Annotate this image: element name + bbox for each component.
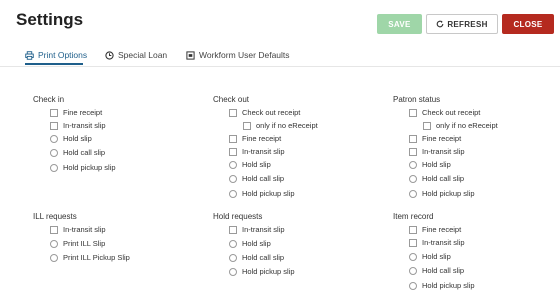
- radio-button[interactable]: [229, 174, 237, 183]
- checkbox[interactable]: [243, 121, 251, 130]
- checkbox[interactable]: [409, 238, 417, 247]
- option-fine-receipt[interactable]: Fine receipt: [50, 108, 102, 117]
- radio-button[interactable]: [409, 281, 417, 290]
- tab-workform-user-defaults[interactable]: Workform User Defaults: [186, 50, 290, 60]
- option-hold-pickup-slip[interactable]: Hold pickup slip: [409, 189, 475, 198]
- section-title-hold-requests: Hold requests: [213, 212, 263, 221]
- checkbox[interactable]: [50, 121, 58, 130]
- option-only-if-no-ereceipt[interactable]: only if no eReceipt: [423, 121, 498, 130]
- form-icon: [186, 50, 195, 60]
- checkbox[interactable]: [409, 225, 417, 234]
- checkbox[interactable]: [50, 225, 58, 234]
- option-hold-call-slip[interactable]: Hold call slip: [229, 174, 284, 183]
- radio-button[interactable]: [229, 160, 237, 169]
- option-hold-slip[interactable]: Hold slip: [409, 252, 451, 261]
- option-hold-slip[interactable]: Hold slip: [50, 134, 92, 143]
- checkbox[interactable]: [229, 134, 237, 143]
- option-hold-call-slip[interactable]: Hold call slip: [409, 266, 464, 275]
- checkbox[interactable]: [50, 108, 58, 117]
- checkbox[interactable]: [423, 121, 431, 130]
- option-fine-receipt[interactable]: Fine receipt: [409, 134, 461, 143]
- checkbox[interactable]: [409, 134, 417, 143]
- radio-button[interactable]: [409, 252, 417, 261]
- option-hold-slip[interactable]: Hold slip: [229, 239, 271, 248]
- section-title-item-record: Item record: [393, 212, 434, 221]
- section-title-ill-requests: ILL requests: [33, 212, 77, 221]
- tab-label: Special Loan: [118, 50, 168, 60]
- tab-label: Print Options: [38, 50, 88, 60]
- close-button[interactable]: CLOSE: [502, 14, 554, 34]
- tab-label: Workform User Defaults: [199, 50, 290, 60]
- option-in-transit-slip[interactable]: In-transit slip: [50, 225, 106, 234]
- refresh-button[interactable]: REFRESH: [426, 14, 498, 34]
- checkbox[interactable]: [229, 108, 237, 117]
- option-hold-pickup-slip[interactable]: Hold pickup slip: [409, 281, 475, 290]
- option-hold-pickup-slip[interactable]: Hold pickup slip: [229, 189, 295, 198]
- save-button[interactable]: SAVE: [377, 14, 422, 34]
- page-title: Settings: [16, 10, 84, 29]
- refresh-icon: [437, 20, 444, 28]
- checkbox[interactable]: [409, 147, 417, 156]
- option-hold-slip[interactable]: Hold slip: [229, 160, 271, 169]
- option-only-if-no-ereceipt[interactable]: only if no eReceipt: [243, 121, 318, 130]
- checkbox[interactable]: [409, 108, 417, 117]
- option-in-transit-slip[interactable]: In-transit slip: [229, 225, 285, 234]
- tab-special-loan[interactable]: Special Loan: [105, 50, 167, 60]
- checkbox[interactable]: [229, 147, 237, 156]
- section-title-check-in: Check in: [33, 95, 65, 104]
- option-hold-call-slip[interactable]: Hold call slip: [409, 174, 464, 183]
- option-check-out-receipt[interactable]: Check out receipt: [229, 108, 300, 117]
- radio-button[interactable]: [50, 134, 58, 143]
- radio-button[interactable]: [229, 239, 237, 248]
- option-fine-receipt[interactable]: Fine receipt: [229, 134, 281, 143]
- option-in-transit-slip[interactable]: In-transit slip: [50, 121, 106, 130]
- clock-icon: [105, 50, 114, 60]
- printer-icon: [25, 50, 34, 60]
- radio-button[interactable]: [229, 253, 237, 262]
- option-print-ill-pickup-slip[interactable]: Print ILL Pickup Slip: [50, 253, 130, 262]
- radio-button[interactable]: [50, 253, 58, 262]
- radio-button[interactable]: [229, 267, 237, 276]
- radio-button[interactable]: [409, 160, 417, 169]
- option-hold-slip[interactable]: Hold slip: [409, 160, 451, 169]
- radio-button[interactable]: [50, 148, 58, 157]
- option-fine-receipt[interactable]: Fine receipt: [409, 225, 461, 234]
- section-title-patron-status: Patron status: [393, 95, 441, 104]
- radio-button[interactable]: [409, 266, 417, 275]
- radio-button[interactable]: [50, 163, 58, 172]
- radio-button[interactable]: [229, 189, 237, 198]
- checkbox[interactable]: [229, 225, 237, 234]
- option-in-transit-slip[interactable]: In-transit slip: [409, 147, 465, 156]
- section-title-check-out: Check out: [213, 95, 250, 104]
- radio-button[interactable]: [409, 174, 417, 183]
- option-check-out-receipt[interactable]: Check out receipt: [409, 108, 480, 117]
- option-print-ill-slip[interactable]: Print ILL Slip: [50, 239, 105, 248]
- option-in-transit-slip[interactable]: In-transit slip: [409, 238, 465, 247]
- refresh-label: REFRESH: [447, 19, 488, 29]
- option-in-transit-slip[interactable]: In-transit slip: [229, 147, 285, 156]
- option-hold-pickup-slip[interactable]: Hold pickup slip: [229, 267, 295, 276]
- option-hold-call-slip[interactable]: Hold call slip: [229, 253, 284, 262]
- option-hold-pickup-slip[interactable]: Hold pickup slip: [50, 163, 116, 172]
- radio-button[interactable]: [409, 189, 417, 198]
- radio-button[interactable]: [50, 239, 58, 248]
- active-tab-indicator: [25, 63, 83, 65]
- tab-bar: Print Options Special Loan Workform User…: [0, 44, 560, 67]
- option-hold-call-slip[interactable]: Hold call slip: [50, 148, 105, 157]
- tab-print-options[interactable]: Print Options: [25, 50, 87, 60]
